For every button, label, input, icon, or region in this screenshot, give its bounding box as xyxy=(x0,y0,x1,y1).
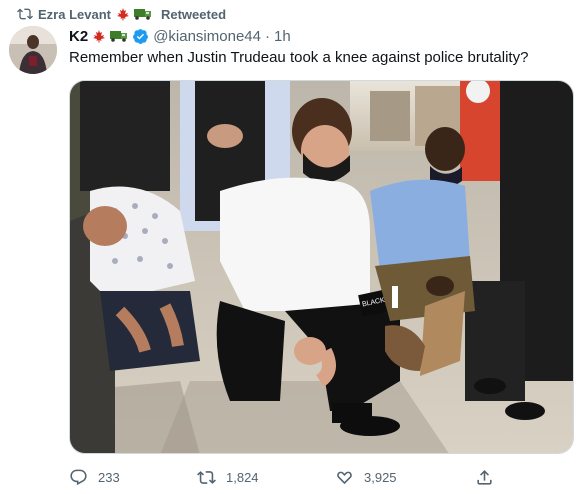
retweeter-name[interactable]: Ezra Levant xyxy=(38,7,111,22)
author-name-emoji xyxy=(91,29,129,43)
retweet-count: 1,824 xyxy=(226,469,259,485)
tweet-text: Remember when Justin Trudeau took a knee… xyxy=(69,49,529,66)
truck-icon xyxy=(133,9,151,20)
header-separator: · xyxy=(264,27,270,45)
share-button[interactable] xyxy=(475,466,494,488)
kneeling-photo: BLACK LIVES MATTER xyxy=(70,81,573,453)
avatar-image xyxy=(9,26,57,74)
retweet-context[interactable]: Ezra Levant Retweeted xyxy=(17,5,227,23)
retweeted-label: Retweeted xyxy=(160,6,227,22)
truck-icon xyxy=(110,31,128,42)
retweet-icon xyxy=(197,470,216,484)
author-avatar[interactable] xyxy=(9,26,57,74)
tweet-timestamp[interactable]: 1h xyxy=(274,28,291,45)
author-display-name[interactable]: K2 xyxy=(69,28,88,45)
retweeter-emoji xyxy=(115,7,153,21)
maple-leaf-flag-icon xyxy=(93,30,106,43)
reply-count: 233 xyxy=(98,469,120,485)
like-button[interactable]: 3,925 xyxy=(335,466,397,488)
verified-badge-icon xyxy=(133,28,149,44)
reply-icon xyxy=(70,469,87,485)
author-handle[interactable]: @kiansimone44 xyxy=(153,28,261,45)
heart-icon xyxy=(337,471,352,484)
retweet-button[interactable]: 1,824 xyxy=(197,466,259,488)
tweet-image[interactable]: BLACK LIVES MATTER xyxy=(69,80,574,454)
reply-button[interactable]: 233 xyxy=(69,466,120,488)
like-count: 3,925 xyxy=(364,469,397,485)
share-icon xyxy=(477,469,492,485)
tweet-actions: 233 1,824 3,925 xyxy=(69,466,574,488)
retweet-icon xyxy=(17,8,33,20)
maple-leaf-flag-icon xyxy=(116,8,129,21)
tweet-header: K2 @kiansimone44 · 1h xyxy=(69,26,291,46)
